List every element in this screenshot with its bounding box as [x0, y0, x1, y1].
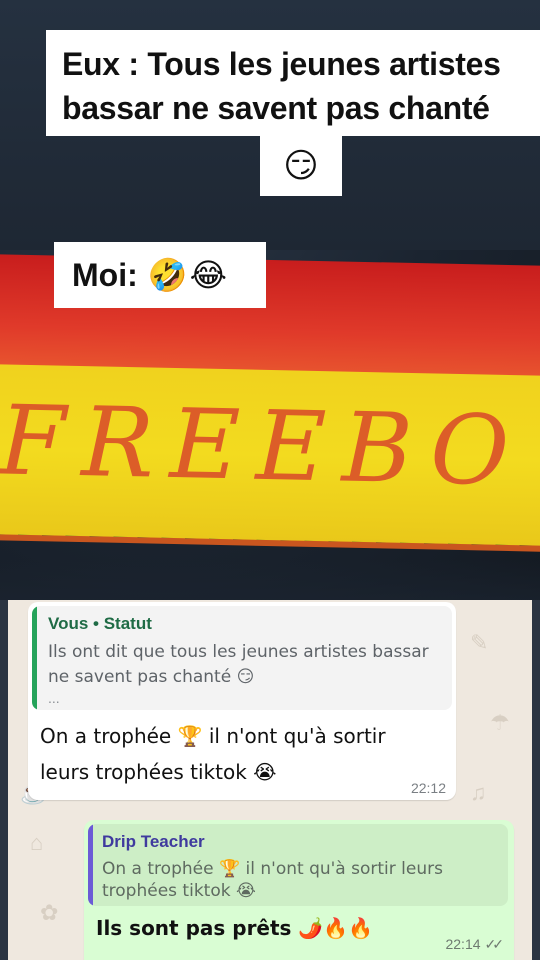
caption-moi-label: Moi:	[72, 256, 138, 293]
caption-line-1: Eux : Tous les jeunes artistes	[62, 46, 501, 82]
quoted-status[interactable]: Vous • Statut Ils ont dit que tous les j…	[32, 606, 452, 710]
sign-handwriting: FREEBO	[0, 384, 527, 508]
quote-text: On a trophée 🏆 il n'ont qu'à sortir leur…	[102, 859, 443, 901]
quote-author: Vous • Statut	[48, 614, 152, 633]
wallpaper-doodle-icon: ⌂	[30, 830, 44, 855]
screen-edge-right	[532, 600, 540, 960]
quote-accent-bar	[32, 606, 37, 710]
wallpaper-doodle-icon: ☂	[490, 710, 510, 735]
quote-author: Drip Teacher	[102, 832, 205, 851]
wallpaper-doodle-icon: ✎	[470, 630, 489, 655]
read-receipt-icon: ✓✓	[484, 936, 505, 952]
message-text: On a trophée 🏆 il n'ont qu'à sortir leur…	[40, 724, 386, 784]
screen-edge-left	[0, 600, 8, 960]
message-time: 22:12	[410, 780, 446, 796]
wallpaper-doodle-icon: ✿	[40, 900, 59, 925]
message-time: 22:14	[445, 936, 481, 952]
message-meta: 22:14 ✓✓	[445, 936, 505, 953]
caption-line-2: bassar ne savent pas chanté	[62, 90, 490, 126]
photo-fade	[0, 560, 540, 600]
caption-eux: Eux : Tous les jeunes artistes bassar ne…	[46, 30, 540, 136]
outgoing-message-bubble[interactable]: Drip Teacher On a trophée 🏆 il n'ont qu'…	[84, 820, 514, 960]
caption-smirk-emoji: 😏	[260, 136, 342, 196]
caption-moi: Moi: 🤣😂	[54, 242, 266, 308]
caption-laughing-emojis: 🤣😂	[147, 256, 229, 294]
quoted-reply[interactable]: Drip Teacher On a trophée 🏆 il n'ont qu'…	[88, 824, 508, 906]
whatsapp-chat-screenshot: ✎ ☂ ♫ ⌂ ✿ ☕ Vous • Statut Ils ont dit qu…	[0, 600, 540, 960]
quote-more: ...	[48, 690, 60, 706]
incoming-message-bubble[interactable]: Vous • Statut Ils ont dit que tous les j…	[28, 602, 456, 800]
wallpaper-doodle-icon: ♫	[470, 780, 487, 805]
message-text: Ils sont pas prêts 🌶️🔥🔥	[96, 916, 374, 940]
quote-text: Ils ont dit que tous les jeunes artistes…	[48, 642, 429, 687]
quote-accent-bar	[88, 824, 93, 906]
